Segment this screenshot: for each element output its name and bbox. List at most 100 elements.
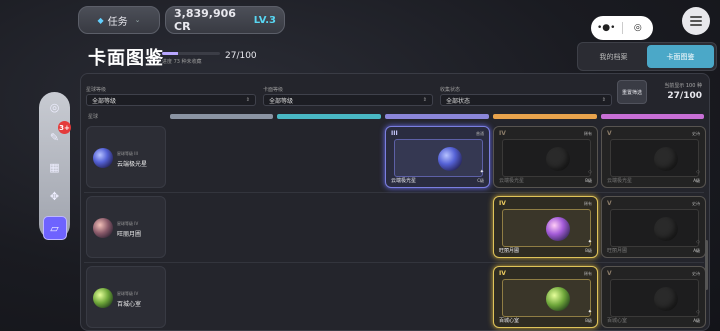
chevron-down-icon: ⌄ xyxy=(134,16,141,24)
menu-button[interactable] xyxy=(682,7,710,35)
card-tag: 史诗 xyxy=(692,271,700,276)
card-rank: B级 xyxy=(585,178,592,183)
planet-level-select[interactable]: 全部等级 ⇕ xyxy=(86,94,256,106)
card-tier: IV xyxy=(499,200,506,207)
planet-image xyxy=(93,288,113,308)
mini-program-capsule: •●• ◎ xyxy=(591,16,653,40)
card-art xyxy=(433,143,467,175)
planet-orb xyxy=(654,147,678,171)
card-rank: A级 xyxy=(693,248,700,253)
select-value: 全部等级 xyxy=(269,97,294,105)
close-icon[interactable]: ◎ xyxy=(623,23,654,33)
card-tier: V xyxy=(607,270,612,277)
planet-orb xyxy=(546,217,570,241)
planet-row-card[interactable]: 星球等级 III 云端极光星 xyxy=(86,126,166,188)
card-tag: 稀有 xyxy=(584,271,592,276)
menu-line xyxy=(690,24,702,26)
collection-card-locked[interactable]: V 史诗 ◇ 百城心室 A级 xyxy=(601,266,706,328)
sparkle-icon: ✦ xyxy=(479,169,484,175)
planet-image xyxy=(93,218,113,238)
diamond-icon: ◆ xyxy=(97,15,104,25)
card-icon[interactable]: ▱ xyxy=(42,216,67,240)
card-tag: 稀有 xyxy=(584,131,592,136)
collection-progress: 进度 73 种未收藏 xyxy=(162,52,220,65)
collection-card[interactable]: III 普通 ✦ 云端极光星 C级 xyxy=(385,126,490,188)
currency-value: 3,839,906 CR xyxy=(174,7,236,33)
card-rank: C级 xyxy=(477,178,484,183)
planet-name: 云端极光星 xyxy=(117,161,148,168)
tab-card-gallery[interactable]: 卡面图鉴 xyxy=(647,45,714,68)
planet-level: 星球等级 IV xyxy=(117,291,139,296)
planet-row-card[interactable]: 星球等级 IV 旺丽月圃 xyxy=(86,196,166,258)
collection-card-locked[interactable]: V 史诗 ◇ 云端极光星 A级 xyxy=(601,126,706,188)
card-name: 云端极光星 xyxy=(607,178,633,184)
grid-icon[interactable]: ▦ xyxy=(45,157,65,177)
filter-label-card-level: 卡面等级 xyxy=(263,87,284,93)
collection-card-locked[interactable]: V 史诗 ◇ 旺丽月圃 A级 xyxy=(601,196,706,258)
card-tag: 史诗 xyxy=(692,201,700,206)
updown-icon: ⇕ xyxy=(422,97,427,103)
row-divider xyxy=(84,262,704,263)
more-icon[interactable]: •●• xyxy=(591,23,622,33)
tab-bar: 我的档案 卡面图鉴 xyxy=(577,42,717,71)
scrollbar[interactable] xyxy=(705,240,708,290)
filter-label-planet-level: 星球等级 xyxy=(86,87,107,93)
card-tier: III xyxy=(391,130,398,137)
card-art xyxy=(649,143,683,175)
task-dropdown[interactable]: ◆ 任务 ⌄ xyxy=(78,6,160,34)
card-tier: IV xyxy=(499,130,506,137)
row-divider xyxy=(84,192,704,193)
card-tag: 普通 xyxy=(476,131,484,136)
card-frame xyxy=(502,209,591,247)
card-frame xyxy=(610,279,699,317)
planet-name: 百城心室 xyxy=(117,301,142,308)
rarity-header-2 xyxy=(277,114,381,119)
card-rank: B级 xyxy=(585,248,592,253)
planet-row-card[interactable]: 星球等级 IV 百城心室 xyxy=(86,266,166,328)
menu-line xyxy=(690,16,702,18)
progress-label: 进度 73 种未收藏 xyxy=(162,59,202,65)
rarity-header-4 xyxy=(493,114,597,119)
planet-level: 星球等级 III xyxy=(117,151,138,156)
card-art xyxy=(649,283,683,315)
planet-name: 旺丽月圃 xyxy=(117,231,142,238)
reset-filter-button[interactable]: 重置筛选 xyxy=(617,80,647,104)
updown-icon: ⇕ xyxy=(245,97,250,103)
move-icon[interactable]: ✥ xyxy=(45,187,65,207)
collection-card-locked[interactable]: IV 稀有 ◇ 云端极光星 B级 xyxy=(493,126,598,188)
progress-fill xyxy=(162,52,178,55)
card-frame xyxy=(502,279,591,317)
card-art xyxy=(541,283,575,315)
card-art xyxy=(541,213,575,245)
collect-status-select[interactable]: 全部状态 ⇕ xyxy=(440,94,612,106)
planet-level: 星球等级 IV xyxy=(117,221,139,226)
filter-label-collect-status: 收集状态 xyxy=(440,87,461,93)
planet-orb xyxy=(654,217,678,241)
select-value: 全部状态 xyxy=(446,97,471,105)
updown-icon: ⇕ xyxy=(601,97,606,103)
notification-badge: 3+ xyxy=(58,121,71,134)
card-art xyxy=(541,143,575,175)
card-frame xyxy=(502,139,591,177)
currency-display: 3,839,906 CR LV.3 xyxy=(165,6,285,34)
page-title: 卡面图鉴 xyxy=(88,48,164,69)
task-label: 任务 xyxy=(107,16,128,28)
target-icon[interactable]: ◎ xyxy=(45,98,65,118)
card-tier: IV xyxy=(499,270,506,277)
planet-column-header: 星球 xyxy=(88,114,99,120)
card-name: 旺丽月圃 xyxy=(499,248,520,254)
tab-profile[interactable]: 我的档案 xyxy=(580,45,647,68)
card-rank: A级 xyxy=(693,178,700,183)
sparkle-icon: ✦ xyxy=(587,309,592,315)
rarity-header-5 xyxy=(601,114,704,119)
diamond-outline-icon: ◇ xyxy=(696,239,700,245)
card-rank: A级 xyxy=(693,318,700,323)
card-tier: V xyxy=(607,130,612,137)
collection-card[interactable]: IV 稀有 ✦ 百城心室 B级 xyxy=(493,266,598,328)
diamond-outline-icon: ◇ xyxy=(588,169,592,175)
card-level-select[interactable]: 全部等级 ⇕ xyxy=(263,94,433,106)
diamond-outline-icon: ◇ xyxy=(696,169,700,175)
collection-card[interactable]: IV 稀有 ✦ 旺丽月圃 B级 xyxy=(493,196,598,258)
card-name: 旺丽月圃 xyxy=(607,248,628,254)
select-value: 全部等级 xyxy=(92,97,117,105)
